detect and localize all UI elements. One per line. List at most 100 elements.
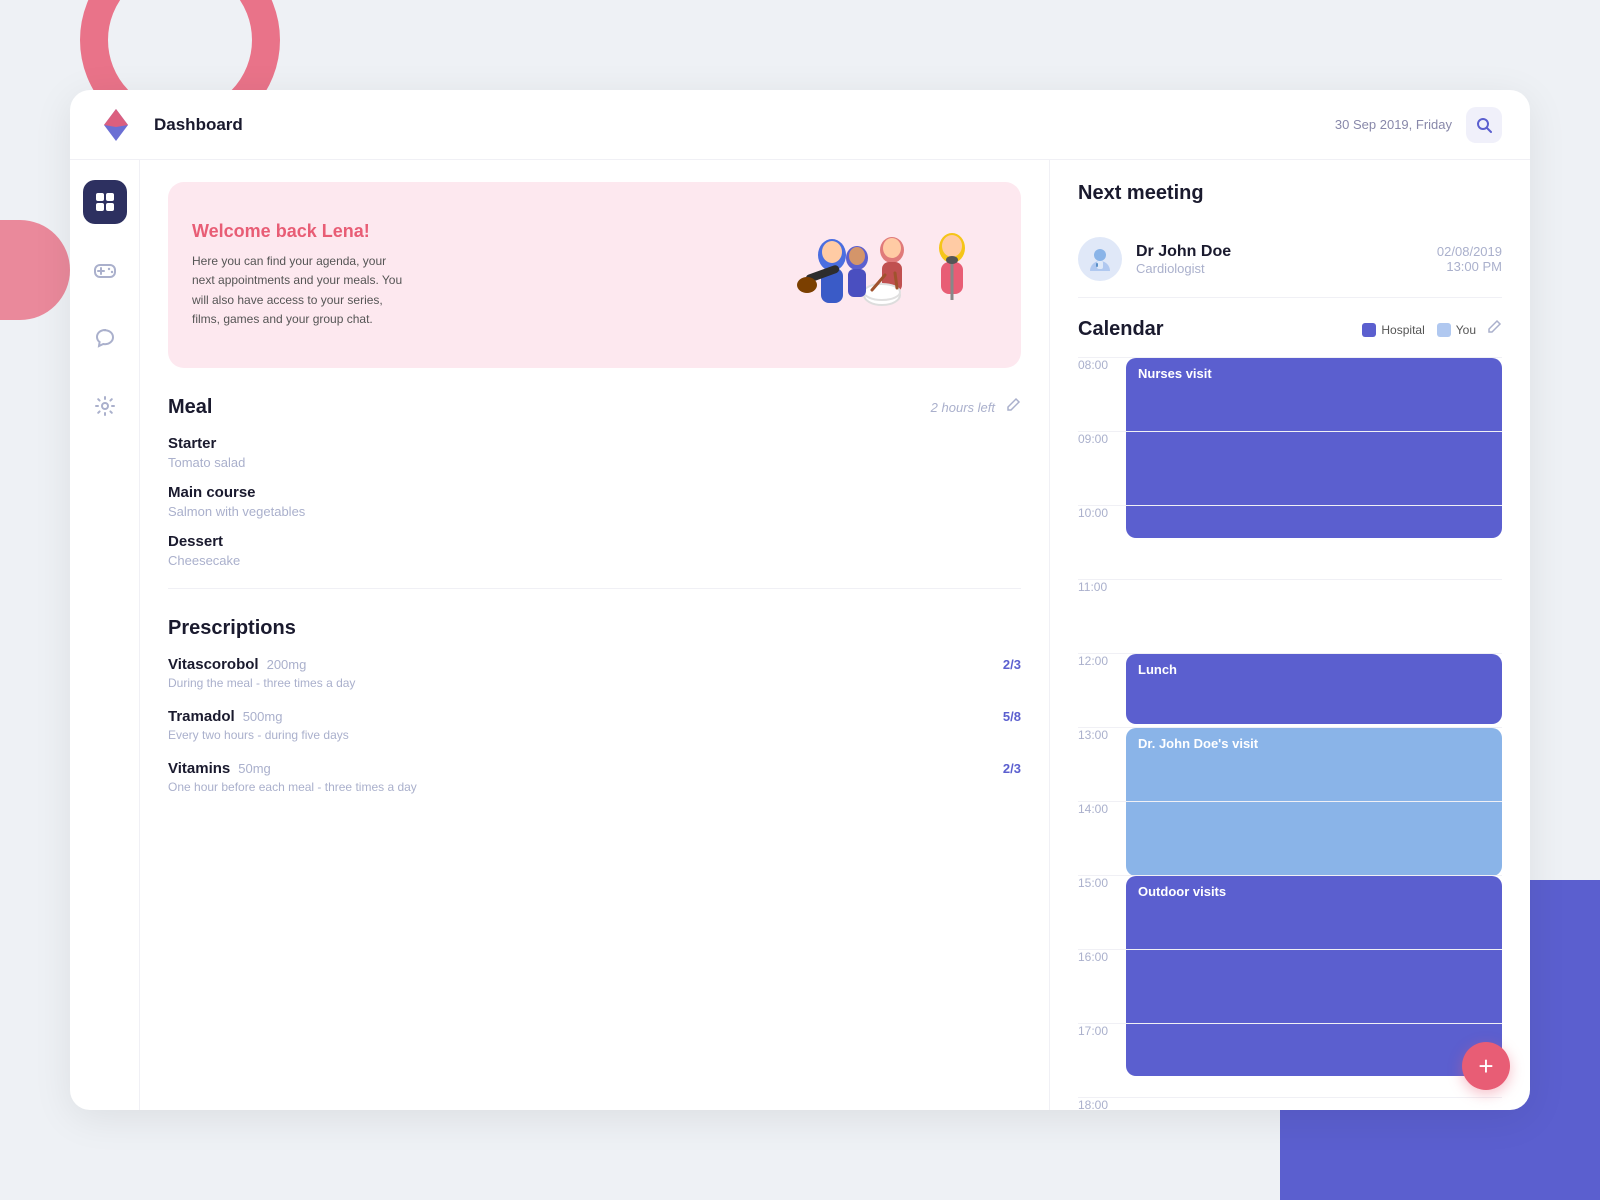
welcome-illustration (777, 210, 997, 340)
sidebar-item-games[interactable] (83, 248, 127, 292)
meal-main-detail: Salmon with vegetables (168, 504, 1021, 519)
current-date: 30 Sep 2019, Friday (1335, 117, 1452, 132)
doctor-specialty: Cardiologist (1136, 261, 1437, 276)
time-content-1300: Dr. John Doe's visit (1126, 728, 1502, 801)
search-button[interactable] (1466, 107, 1502, 143)
bg-left-shape (0, 220, 70, 320)
prescriptions-title: Prescriptions (168, 617, 1021, 640)
calendar-section: Calendar Hospital You (1078, 318, 1502, 977)
calendar-grid: 08:00 Nurses visit 09:00 (1078, 357, 1502, 977)
meeting-date: 02/08/2019 (1437, 244, 1502, 259)
meal-dessert: Dessert Cheesecake (168, 533, 1021, 568)
prescription-2: Tramadol 500mg 5/8 Every two hours - dur… (168, 708, 1021, 742)
time-label-0900: 09:00 (1078, 432, 1126, 446)
right-panel: Next meeting Dr John Doe (1050, 160, 1530, 1110)
left-panel: Welcome back Lena! Here you can find you… (140, 160, 1050, 1110)
meal-meta: 2 hours left (931, 400, 995, 415)
time-label-1600: 16:00 (1078, 950, 1126, 964)
legend-you-dot (1437, 323, 1451, 337)
welcome-title: Welcome back Lena! (192, 221, 777, 242)
presc-2-name: Tramadol (168, 708, 235, 725)
presc-2-detail: Every two hours - during five days (168, 728, 1021, 742)
doctor-avatar (1078, 237, 1122, 281)
calendar-legend: Hospital You (1362, 323, 1476, 337)
time-slot-0900: 09:00 (1078, 431, 1502, 505)
app-container: Dashboard 30 Sep 2019, Friday (70, 90, 1530, 1110)
presc-1-name: Vitascorobol (168, 656, 259, 673)
presc-1-detail: During the meal - three times a day (168, 676, 1021, 690)
legend-hospital-label: Hospital (1381, 323, 1424, 337)
next-meeting-title: Next meeting (1078, 182, 1502, 205)
time-label-1300: 13:00 (1078, 728, 1126, 742)
meeting-time: 02/08/2019 13:00 PM (1437, 244, 1502, 274)
time-content-1400 (1126, 802, 1502, 875)
time-content-1800 (1126, 1098, 1502, 1110)
time-content-1000 (1126, 506, 1502, 579)
calendar-title: Calendar (1078, 318, 1362, 341)
app-body: Welcome back Lena! Here you can find you… (70, 160, 1530, 1110)
time-label-1800: 18:00 (1078, 1098, 1126, 1110)
legend-hospital: Hospital (1362, 323, 1424, 337)
time-slot-1100: 11:00 (1078, 579, 1502, 653)
time-label-1200: 12:00 (1078, 654, 1126, 668)
time-content-1700 (1126, 1024, 1502, 1097)
time-content-1500: Outdoor visits (1126, 876, 1502, 949)
add-event-button[interactable]: + (1462, 1042, 1510, 1090)
sidebar (70, 160, 140, 1110)
time-slot-1000: 10:00 (1078, 505, 1502, 579)
presc-2-count: 5/8 (1003, 709, 1021, 724)
presc-3-detail: One hour before each meal - three times … (168, 780, 1021, 794)
meal-dessert-detail: Cheesecake (168, 553, 1021, 568)
sidebar-item-settings[interactable] (83, 384, 127, 428)
legend-you: You (1437, 323, 1476, 337)
prescriptions-section: Prescriptions Vitascorobol 200mg 2/3 Dur… (168, 617, 1021, 794)
time-slot-1200: 12:00 Lunch (1078, 653, 1502, 727)
time-slot-1500: 15:00 Outdoor visits (1078, 875, 1502, 949)
welcome-body: Here you can find your agenda, your next… (192, 252, 412, 329)
time-slot-1400: 14:00 (1078, 801, 1502, 875)
event-lunch[interactable]: Lunch (1126, 654, 1502, 724)
time-slot-1300: 13:00 Dr. John Doe's visit (1078, 727, 1502, 801)
sidebar-item-dashboard[interactable] (83, 180, 127, 224)
prescription-3: Vitamins 50mg 2/3 One hour before each m… (168, 760, 1021, 794)
legend-you-label: You (1456, 323, 1476, 337)
doctor-name: Dr John Doe (1136, 243, 1437, 261)
meal-dessert-label: Dessert (168, 533, 1021, 550)
presc-3-count: 2/3 (1003, 761, 1021, 776)
section-divider-1 (168, 588, 1021, 589)
next-meeting-section: Next meeting Dr John Doe (1078, 182, 1502, 298)
time-slot-1700: 17:00 (1078, 1023, 1502, 1097)
time-label-1400: 14:00 (1078, 802, 1126, 816)
time-slot-1800: 18:00 (1078, 1097, 1502, 1110)
meeting-hour: 13:00 PM (1437, 259, 1502, 274)
sidebar-item-chat[interactable] (83, 316, 127, 360)
welcome-banner: Welcome back Lena! Here you can find you… (168, 182, 1021, 368)
presc-1-count: 2/3 (1003, 657, 1021, 672)
meal-edit-icon[interactable] (1005, 397, 1021, 418)
main-content: Welcome back Lena! Here you can find you… (140, 160, 1530, 1110)
presc-3-name: Vitamins (168, 760, 230, 777)
meal-starter-label: Starter (168, 435, 1021, 452)
legend-hospital-dot (1362, 323, 1376, 337)
time-content-1600 (1126, 950, 1502, 1023)
presc-1-dose: 200mg (267, 657, 307, 672)
meeting-card: Dr John Doe Cardiologist 02/08/2019 13:0… (1078, 221, 1502, 298)
presc-3-dose: 50mg (238, 761, 271, 776)
meal-main-label: Main course (168, 484, 1021, 501)
meal-starter: Starter Tomato salad (168, 435, 1021, 470)
prescription-1: Vitascorobol 200mg 2/3 During the meal -… (168, 656, 1021, 690)
time-label-0800: 08:00 (1078, 358, 1126, 372)
time-slot-1600: 16:00 (1078, 949, 1502, 1023)
page-title: Dashboard (154, 115, 243, 135)
meal-title: Meal (168, 396, 931, 419)
time-content-1100 (1126, 580, 1502, 653)
time-content-0900 (1126, 432, 1502, 505)
time-label-1500: 15:00 (1078, 876, 1126, 890)
calendar-edit-icon[interactable] (1486, 319, 1502, 340)
meal-starter-detail: Tomato salad (168, 455, 1021, 470)
time-label-1100: 11:00 (1078, 580, 1126, 594)
meal-main: Main course Salmon with vegetables (168, 484, 1021, 519)
time-content-0800: Nurses visit (1126, 358, 1502, 431)
top-bar: Dashboard 30 Sep 2019, Friday (70, 90, 1530, 160)
presc-2-dose: 500mg (243, 709, 283, 724)
